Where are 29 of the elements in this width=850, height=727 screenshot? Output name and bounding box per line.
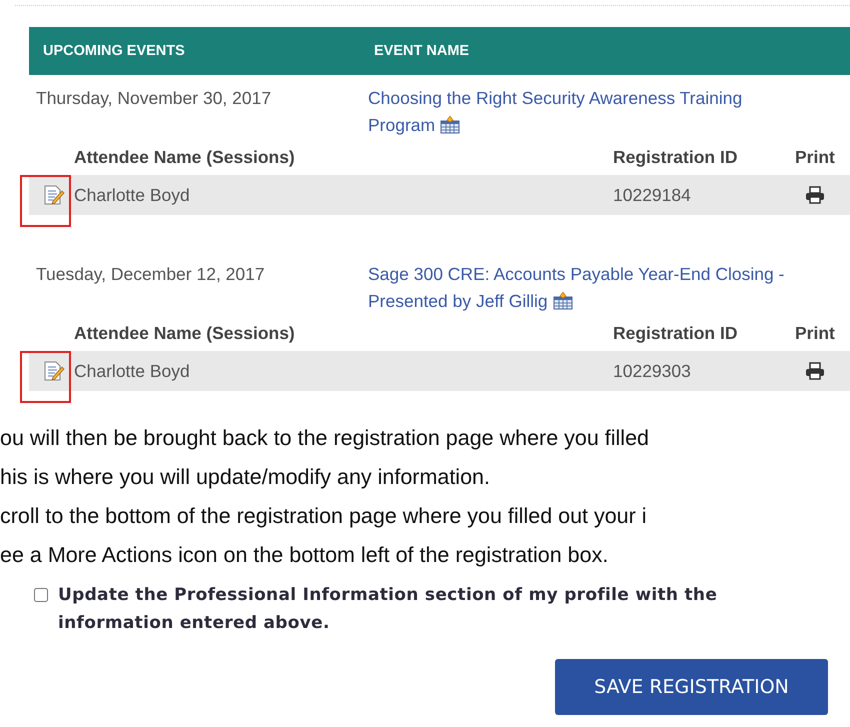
event-date: Thursday, November 30, 2017 — [35, 87, 272, 110]
event-link[interactable]: Choosing the Right Security Awareness Training Program — [368, 85, 788, 139]
column-header: Registration ID — [613, 146, 738, 168]
column-header: Print — [795, 146, 835, 168]
column-header: UPCOMING EVENTS — [42, 43, 186, 59]
checkbox-label: Update the Professional Information section of my profile with the information entered above. — [58, 584, 718, 635]
save-registration-button[interactable]: SAVE REGISTRATION — [555, 659, 828, 715]
event-link[interactable]: Sage 300 CRE: Accounts Payable Year-End Closing - Presented by Jeff Gillig — [368, 261, 788, 315]
instruction-text: ee a More Actions icon on the bottom left of the registration box. — [0, 542, 610, 569]
instruction-text: ou will then be brought back to the registration page where you filled — [0, 425, 650, 452]
edit-icon[interactable] — [42, 361, 64, 381]
column-header: Attendee Name (Sessions) — [73, 146, 296, 168]
print-icon[interactable] — [805, 362, 825, 380]
event-date: Tuesday, December 12, 2017 — [35, 263, 266, 286]
calendar-icon[interactable] — [552, 292, 572, 310]
edit-icon[interactable] — [42, 185, 64, 205]
instruction-text: croll to the bottom of the registration page where you filled out your i — [0, 503, 648, 530]
column-header: Print — [795, 322, 835, 344]
attendee-name: Charlotte Boyd — [74, 360, 191, 382]
column-header: Registration ID — [613, 322, 738, 344]
profile-checkbox[interactable] — [34, 588, 48, 602]
print-icon[interactable] — [805, 186, 825, 204]
attendee-name: Charlotte Boyd — [74, 184, 191, 206]
registration-id: 10229184 — [613, 184, 692, 206]
instruction-text: his is where you will update/modify any information. — [0, 464, 491, 491]
registration-id: 10229303 — [613, 360, 692, 382]
calendar-icon[interactable] — [440, 116, 460, 134]
column-header: Attendee Name (Sessions) — [73, 322, 296, 344]
column-header: EVENT NAME — [374, 43, 470, 59]
